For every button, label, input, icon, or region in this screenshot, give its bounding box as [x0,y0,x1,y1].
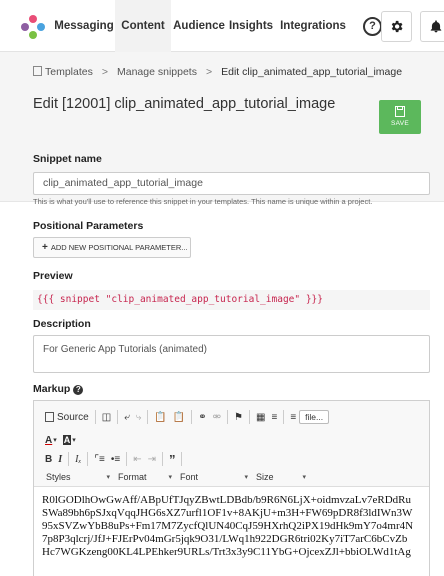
top-nav: Messaging Content Audience Insights Inte… [0,0,444,52]
gear-icon [391,20,403,33]
numbered-list-icon[interactable]: ⌜≡ [91,454,108,465]
editor-toolbar: Source ◫ ⤶ ⤷ 📋 📋 ⚭ ⚮ ⚑ ▦ ≡ ≡ file... A ▾ … [34,401,429,487]
content-line: Hc7WGKzeng00KL4LPEhker9URLs/Trt3x3y9C11Y… [42,546,411,558]
toolbar-separator [181,452,183,466]
help-icon: ? [363,17,382,36]
markup-editor: Source ◫ ⤶ ⤷ 📋 📋 ⚭ ⚮ ⚑ ▦ ≡ ≡ file... A ▾ … [33,400,430,576]
horizontal-rule-icon[interactable]: ≡ [268,412,280,423]
format-dropdown[interactable]: Format ▾ [114,472,176,482]
redo-icon[interactable]: ⤷ [133,412,145,423]
toolbar-separator [87,452,89,466]
anchor-icon[interactable]: ⚑ [231,412,246,423]
toolbar-row-4: Styles ▾ Format ▾ Font ▾ Size ▾ [42,466,310,488]
link-icon[interactable]: ⚭ [195,412,209,423]
paste-text-icon[interactable]: 📋 [170,412,188,423]
paste-icon[interactable]: 📋 [151,412,169,423]
align-icon[interactable]: ≡ [287,412,299,423]
editor-content-area[interactable]: R0lGODlhOwGwAff/ABpUfTJqyZBwtLDBdb/b9R6N… [34,487,429,576]
source-icon [45,412,54,422]
nav-tab-audience[interactable]: Audience [171,0,227,52]
chevron-down-icon: ▾ [244,474,248,481]
toolbar-separator [126,452,128,466]
save-icon [395,106,405,117]
snippet-name-help: This is what you'll use to reference thi… [33,197,373,206]
preview-code: {{{ snippet "clip_animated_app_tutorial_… [33,290,430,310]
preview-label: Preview [33,270,73,282]
description-label: Description [33,318,91,330]
toolbar-separator [117,410,119,424]
chevron-down-icon: ▾ [106,474,110,481]
format-label: Format [118,472,147,482]
save-button[interactable]: SAVE [379,100,421,134]
nav-tab-insights[interactable]: Insights [227,0,275,52]
bold-icon[interactable]: B [42,454,55,465]
add-positional-parameter-button[interactable]: + ADD NEW POSITIONAL PARAMETER... [33,237,191,258]
chevron-down-icon: ▾ [302,474,306,481]
content-line: SWa89bh6pSJxqVqqJHG6sXZ7urfl1OF1v+8AKjU+… [42,507,413,519]
source-label: Source [57,411,89,423]
content-line: 7p8P3qlcrj/JfJ+FJErPv04mGr5jqk9O31/LWq1h… [42,533,408,545]
notifications-button[interactable] [420,11,444,42]
font-label: Font [180,472,199,482]
page-title: Edit [12001] clip_animated_app_tutorial_… [33,96,336,112]
outdent-icon[interactable]: ⇤ [130,454,144,465]
file-button-label: file... [305,412,324,422]
toolbar-separator [147,410,149,424]
nav-tab-messaging[interactable]: Messaging [53,0,115,52]
styles-dropdown[interactable]: Styles ▾ [42,472,114,482]
add-param-label: ADD NEW POSITIONAL PARAMETER... [50,243,188,252]
snippet-name-label: Snippet name [33,153,102,165]
toolbar-separator [94,410,96,424]
upload-file-button[interactable]: file... [299,410,330,424]
markup-label: Markup [33,383,71,395]
preview-doc-icon[interactable]: ◫ [99,412,114,423]
remove-format-icon[interactable]: Iₓ [72,454,84,465]
undo-icon[interactable]: ⤶ [121,412,133,423]
toolbar-separator [161,452,163,466]
table-icon[interactable]: ▦ [253,412,268,423]
indent-icon[interactable]: ⇥ [145,454,159,465]
breadcrumb-separator: > [101,66,108,78]
unlink-icon[interactable]: ⚮ [210,412,224,423]
background-color-icon[interactable]: A ▾ [60,435,79,445]
brand-logo[interactable] [21,15,45,39]
breadcrumb: Templates > Manage snippets > Edit clip_anim… [33,66,402,78]
toolbar-separator [249,410,251,424]
font-dropdown[interactable]: Font ▾ [176,472,252,482]
toolbar-separator [283,410,285,424]
breadcrumb-current: Edit clip_animated_app_tutorial_image [221,66,403,78]
toolbar-separator [68,452,70,466]
save-label: SAVE [390,120,410,127]
toolbar-separator [191,410,193,424]
chevron-down-icon: ▾ [168,474,172,481]
nav-tab-content[interactable]: Content [115,0,171,52]
bell-icon [430,20,441,33]
markup-label-row: Markup ? [33,383,84,395]
content-line: 95xSVZwYbB8uPs+Fm17M7ZycfQlUN40CqJ59HXrh… [42,520,414,532]
toolbar-separator [227,410,229,424]
toolbar-row-1: Source ◫ ⤶ ⤷ 📋 📋 ⚭ ⚮ ⚑ ▦ ≡ ≡ file... [42,406,330,428]
description-textarea[interactable]: For Generic App Tutorials (animated) [33,335,430,373]
size-dropdown[interactable]: Size ▾ [252,472,310,482]
italic-icon[interactable]: I [55,454,65,465]
bulleted-list-icon[interactable]: •≡ [108,454,123,465]
source-button[interactable]: Source [42,412,92,423]
nav-tab-integrations[interactable]: Integrations [275,0,351,52]
snippet-name-input[interactable]: clip_animated_app_tutorial_image [33,172,430,195]
plus-icon: + [42,242,48,253]
positional-parameters-label: Positional Parameters [33,220,144,232]
content-line: R0lGODlhOwGwAff/ABpUfTJqyZBwtLDBdb/b9R6N… [42,494,411,506]
templates-icon [33,66,42,76]
styles-label: Styles [46,472,71,482]
breadcrumb-templates[interactable]: Templates [45,66,93,78]
blockquote-icon[interactable]: ” [166,452,179,467]
breadcrumb-manage-snippets[interactable]: Manage snippets [117,66,197,78]
text-color-icon[interactable]: A ▾ [42,435,60,446]
size-label: Size [256,472,274,482]
breadcrumb-separator: > [205,66,213,78]
help-icon[interactable]: ? [73,385,84,395]
settings-button[interactable] [381,11,412,42]
